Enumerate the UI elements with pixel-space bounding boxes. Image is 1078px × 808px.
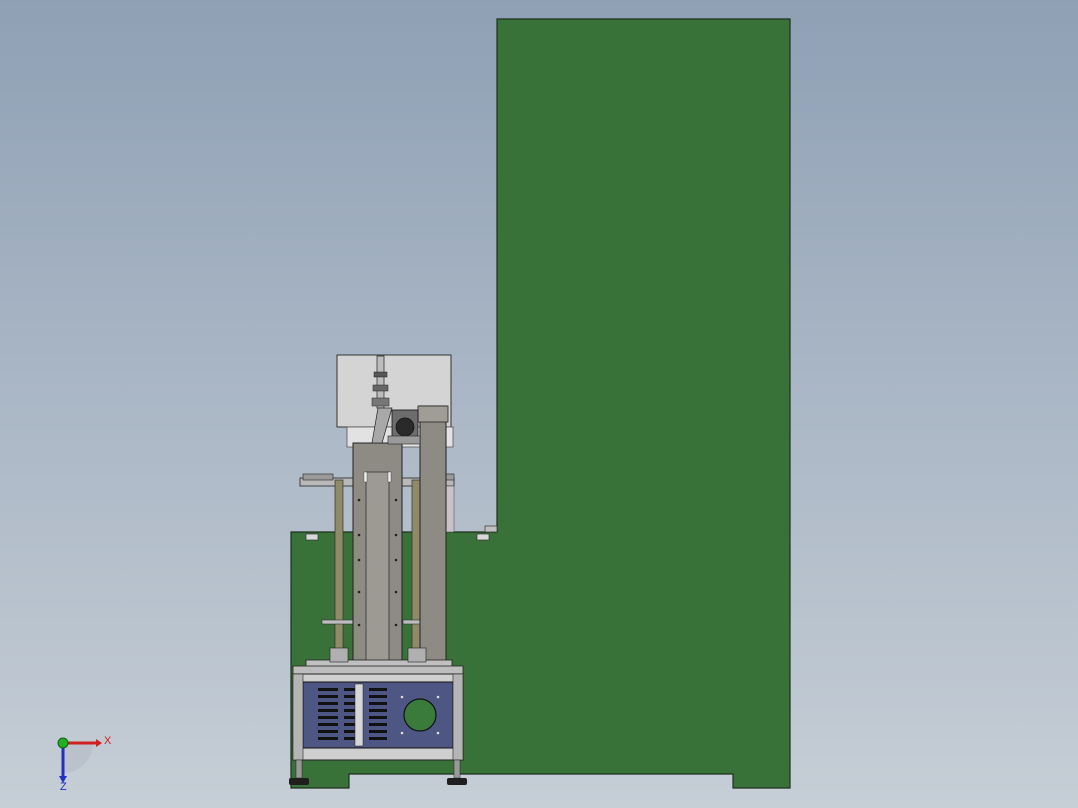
central-column[interactable] bbox=[352, 442, 403, 664]
guide-rod-right bbox=[411, 479, 421, 663]
base-block-left bbox=[329, 647, 349, 663]
base-block-right bbox=[407, 647, 427, 663]
x-axis-label: X bbox=[104, 735, 112, 747]
arm-column-cap bbox=[417, 405, 449, 423]
column-slot-left bbox=[363, 471, 368, 483]
panel-divider bbox=[354, 683, 364, 747]
cad-viewport[interactable]: X Z bbox=[0, 0, 1078, 808]
cabinet-leg-right bbox=[452, 673, 464, 761]
frame-stud-left bbox=[305, 533, 319, 541]
arm-column[interactable] bbox=[417, 405, 449, 663]
column-inner bbox=[365, 471, 390, 664]
y-axis-dot bbox=[57, 737, 69, 749]
x-axis-head bbox=[96, 739, 102, 747]
rod-clamp-left bbox=[321, 619, 357, 625]
orientation-triad[interactable]: X Z bbox=[57, 735, 112, 793]
spindle-collar-2 bbox=[372, 384, 389, 392]
foot-right bbox=[447, 778, 467, 785]
z-axis-label: Z bbox=[60, 781, 67, 793]
guide-rod-left bbox=[334, 479, 344, 663]
arm-column-body[interactable] bbox=[419, 405, 447, 663]
panel-round-port[interactable] bbox=[403, 698, 437, 732]
rail-cylinder-left bbox=[302, 473, 334, 481]
spindle-collar-3 bbox=[371, 397, 390, 407]
frame-notch bbox=[484, 525, 498, 533]
spindle-collar-1 bbox=[373, 371, 388, 378]
frame-stud-right bbox=[476, 533, 490, 541]
motor-pulley bbox=[395, 417, 415, 437]
motor-base bbox=[387, 435, 421, 445]
cabinet-leg-left bbox=[292, 673, 304, 761]
cabinet-top bbox=[292, 665, 464, 675]
foot-left bbox=[289, 778, 309, 785]
triad-quarter-disc bbox=[63, 743, 93, 773]
column-slot-right bbox=[387, 471, 392, 483]
lower-cabinet[interactable] bbox=[292, 665, 464, 761]
